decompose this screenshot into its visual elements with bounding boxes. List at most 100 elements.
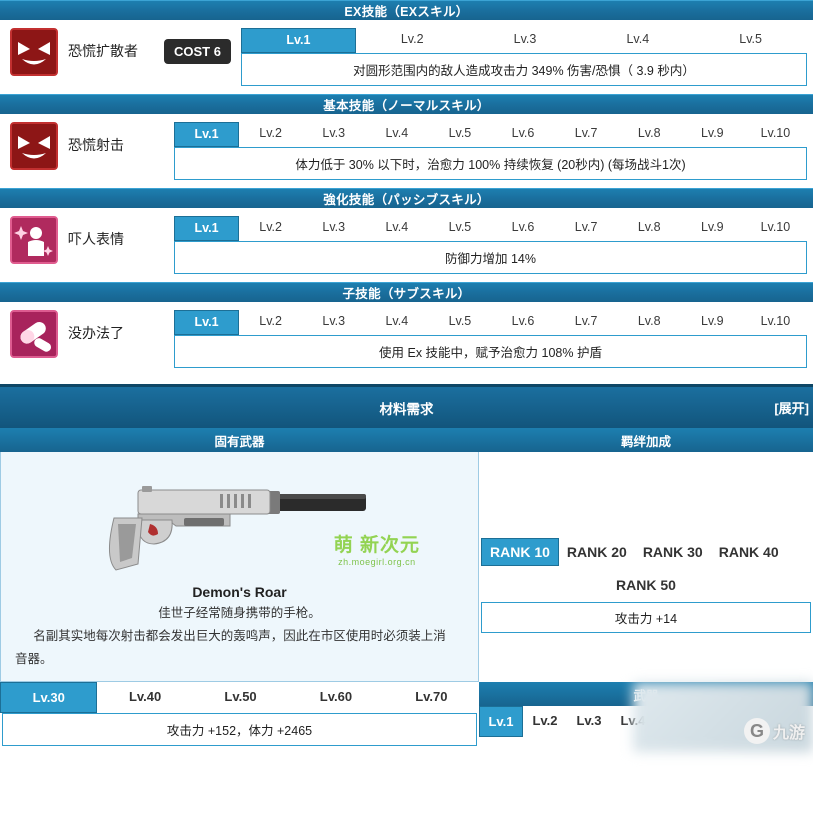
sub-skill-tab-8[interactable]: Lv.8 [617, 310, 681, 335]
ex-skill-tab-3[interactable]: Lv.3 [468, 28, 582, 53]
weapon-desc-line1: 佳世子经常随身携带的手枪。 [158, 606, 321, 620]
passive-skill-tab-9[interactable]: Lv.9 [680, 216, 744, 241]
section-header-sub: 子技能（サブスキル） [0, 282, 813, 302]
passive-skill-tab-5[interactable]: Lv.5 [428, 216, 492, 241]
passive-skill-description: 防御力增加 14% [174, 241, 807, 274]
passive-skill-tab-3[interactable]: Lv.3 [302, 216, 366, 241]
weapon-level-tab-50[interactable]: Lv.50 [192, 682, 289, 713]
section-header-basic: 基本技能（ノーマルスキル） [0, 94, 813, 114]
bond-rank-row-1: RANK 10 RANK 20 RANK 30 RANK 40 [479, 538, 813, 566]
bond-rank-10[interactable]: RANK 10 [481, 538, 559, 566]
weapon-level-tab-30[interactable]: Lv.30 [0, 682, 98, 713]
weapon-desc-line3: 音器。 [15, 651, 53, 666]
pills-icon [12, 312, 56, 356]
skill-row-ex: 恐慌扩散者 COST 6 Lv.1 Lv.2 Lv.3 Lv.4 Lv.5 对圆… [0, 20, 813, 94]
weapon-column: 固有武器 萌 新次元 zh.moegirl.org.cn Demon's Roa… [0, 428, 479, 682]
ex-skill-tab-1[interactable]: Lv.1 [240, 28, 356, 53]
bond-rank-40[interactable]: RANK 40 [711, 539, 787, 565]
nine-game-mark: G [743, 718, 770, 744]
basic-skill-description: 体力低于 30% 以下时，治愈力 100% 持续恢复 (20秒内) (每场战斗1… [174, 147, 807, 180]
weapon-right-tab-1[interactable]: Lv.1 [479, 706, 523, 737]
bond-rank-20[interactable]: RANK 20 [559, 539, 635, 565]
weapon-image [9, 458, 470, 578]
sub-skill-level-tabs: Lv.1 Lv.2 Lv.3 Lv.4 Lv.5 Lv.6 Lv.7 Lv.8 … [174, 310, 807, 335]
bond-rank-row-2: RANK 50 [479, 566, 813, 602]
sub-skill-tab-2[interactable]: Lv.2 [239, 310, 303, 335]
skill-row-basic: 恐慌射击 Lv.1 Lv.2 Lv.3 Lv.4 Lv.5 Lv.6 Lv.7 … [0, 114, 813, 188]
weapon-name: Demon's Roar [192, 584, 287, 600]
weapon-level-tab-60[interactable]: Lv.60 [288, 682, 384, 713]
bond-column-header-label: 羁绊加成 [620, 434, 671, 449]
bond-rank-30[interactable]: RANK 30 [635, 539, 711, 565]
section-header-passive: 強化技能（パッシブスキル） [0, 188, 813, 208]
basic-skill-tab-8[interactable]: Lv.8 [617, 122, 681, 147]
sub-skill-body: Lv.1 Lv.2 Lv.3 Lv.4 Lv.5 Lv.6 Lv.7 Lv.8 … [174, 310, 807, 368]
passive-skill-tab-6[interactable]: Lv.6 [491, 216, 555, 241]
sub-skill-tab-1[interactable]: Lv.1 [174, 310, 240, 335]
weapon-desc-line2: 名副其实地每次射击都会发出巨大的轰鸣声，因此在市区使用时必须装上消 [33, 628, 446, 643]
bond-rank-50[interactable]: RANK 50 [608, 572, 684, 598]
content-columns: 固有武器 萌 新次元 zh.moegirl.org.cn Demon's Roa… [0, 428, 813, 682]
ex-skill-body: Lv.1 Lv.2 Lv.3 Lv.4 Lv.5 对圆形范围内的敌人造成攻击力 … [240, 28, 808, 86]
materials-title: 材料需求 [379, 401, 434, 417]
character-skill-page: EX技能（EXスキル） 恐慌扩散者 COST 6 Lv.1 Lv.2 Lv.3 … [0, 0, 813, 819]
sub-skill-description: 使用 Ex 技能中，赋予治愈力 108% 护盾 [174, 335, 807, 368]
bond-rank-panel: RANK 10 RANK 20 RANK 30 RANK 40 RANK 50 … [479, 452, 813, 633]
section-header-ex: EX技能（EXスキル） [0, 0, 813, 20]
sub-skill-tab-9[interactable]: Lv.9 [680, 310, 744, 335]
basic-skill-tab-10[interactable]: Lv.10 [743, 122, 807, 147]
basic-skill-tab-5[interactable]: Lv.5 [428, 122, 492, 147]
basic-skill-name: 恐慌射击 [68, 137, 124, 153]
basic-skill-tab-7[interactable]: Lv.7 [554, 122, 618, 147]
sub-skill-tab-3[interactable]: Lv.3 [302, 310, 366, 335]
ex-skill-tab-2[interactable]: Lv.2 [355, 28, 469, 53]
skill-row-passive: 吓人表情 Lv.1 Lv.2 Lv.3 Lv.4 Lv.5 Lv.6 Lv.7 … [0, 208, 813, 282]
handgun-icon [108, 486, 366, 571]
passive-skill-tab-1[interactable]: Lv.1 [174, 216, 240, 241]
weapon-level-panel: Lv.30 Lv.40 Lv.50 Lv.60 Lv.70 攻击力 +152，体… [0, 682, 480, 746]
weapon-level-tabs: Lv.30 Lv.40 Lv.50 Lv.60 Lv.70 [0, 682, 480, 713]
weapon-level-tab-70[interactable]: Lv.70 [383, 682, 480, 713]
basic-skill-tab-3[interactable]: Lv.3 [302, 122, 366, 147]
basic-skill-icon [10, 122, 58, 170]
demon-face-icon [12, 30, 56, 74]
bond-column: 羁绊加成 RANK 10 RANK 20 RANK 30 RANK 40 RAN… [479, 428, 813, 682]
weapon-level-value: 攻击力 +152，体力 +2465 [2, 713, 477, 746]
basic-skill-tab-4[interactable]: Lv.4 [365, 122, 429, 147]
basic-skill-tab-1[interactable]: Lv.1 [174, 122, 240, 147]
demon-face-icon [12, 124, 56, 168]
materials-header[interactable]: 材料需求 [展开] [0, 384, 813, 428]
passive-skill-tab-2[interactable]: Lv.2 [239, 216, 303, 241]
passive-skill-tab-10[interactable]: Lv.10 [743, 216, 807, 241]
basic-skill-tab-6[interactable]: Lv.6 [491, 122, 555, 147]
ex-skill-tab-5[interactable]: Lv.5 [694, 28, 808, 53]
basic-skill-tab-9[interactable]: Lv.9 [680, 122, 744, 147]
sub-skill-tab-5[interactable]: Lv.5 [428, 310, 492, 335]
basic-skill-body: Lv.1 Lv.2 Lv.3 Lv.4 Lv.5 Lv.6 Lv.7 Lv.8 … [174, 122, 807, 180]
sub-skill-tab-10[interactable]: Lv.10 [743, 310, 807, 335]
weapon-right-tab-2[interactable]: Lv.2 [523, 706, 567, 737]
passive-skill-tab-8[interactable]: Lv.8 [617, 216, 681, 241]
ex-skill-name: 恐慌扩散者 [68, 43, 138, 59]
sub-skill-tab-4[interactable]: Lv.4 [365, 310, 429, 335]
weapon-right-tab-3[interactable]: Lv.3 [567, 706, 611, 737]
ex-skill-level-tabs: Lv.1 Lv.2 Lv.3 Lv.4 Lv.5 [240, 28, 808, 53]
scary-face-icon [12, 218, 56, 262]
passive-skill-name: 吓人表情 [68, 231, 124, 247]
sub-skill-icon [10, 310, 58, 358]
passive-skill-icon [10, 216, 58, 264]
section-header-basic-label: 基本技能（ノーマルスキル） [323, 99, 490, 113]
weapon-level-tab-40[interactable]: Lv.40 [97, 682, 193, 713]
sub-skill-tab-7[interactable]: Lv.7 [554, 310, 618, 335]
section-header-ex-label: EX技能（EXスキル） [344, 5, 469, 19]
passive-skill-level-tabs: Lv.1 Lv.2 Lv.3 Lv.4 Lv.5 Lv.6 Lv.7 Lv.8 … [174, 216, 807, 241]
ex-skill-cost: COST 6 [164, 39, 231, 64]
section-header-passive-label: 強化技能（パッシブスキル） [323, 193, 490, 207]
sub-skill-tab-6[interactable]: Lv.6 [491, 310, 555, 335]
basic-skill-tab-2[interactable]: Lv.2 [239, 122, 303, 147]
materials-expand-button[interactable]: [展开] [774, 398, 809, 417]
ex-skill-tab-4[interactable]: Lv.4 [581, 28, 695, 53]
section-header-sub-label: 子技能（サブスキル） [342, 287, 471, 301]
passive-skill-tab-4[interactable]: Lv.4 [365, 216, 429, 241]
passive-skill-tab-7[interactable]: Lv.7 [554, 216, 618, 241]
